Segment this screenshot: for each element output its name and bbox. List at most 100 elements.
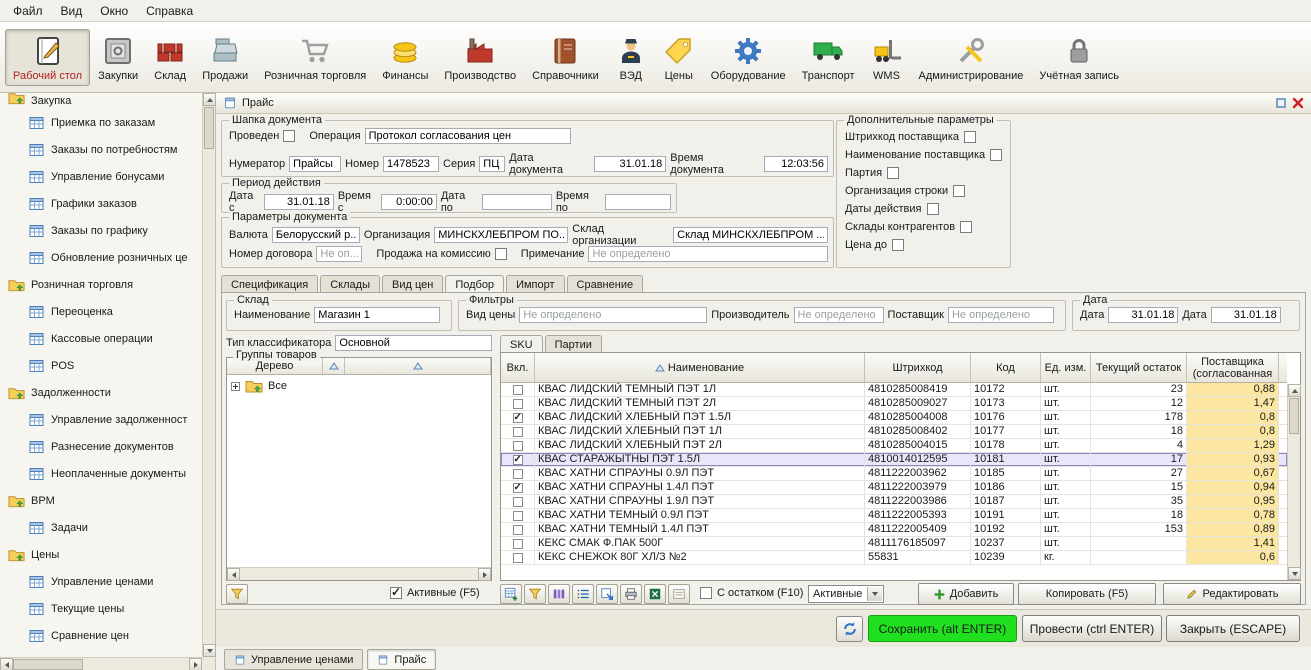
menu-item[interactable]: Окно (91, 1, 137, 21)
toolbar-item[interactable]: Финансы (374, 29, 436, 86)
row-include-checkbox[interactable] (513, 385, 523, 395)
expand-icon[interactable] (231, 382, 240, 391)
extra-param-checkbox[interactable] (953, 185, 965, 197)
row-include-checkbox[interactable] (513, 413, 523, 423)
table-row[interactable]: КВАС ЛИДСКИЙ ХЛЕБНЫЙ ПЭТ 1Л 481028500840… (501, 425, 1287, 439)
sidebar-item[interactable]: Обновление розничных це (0, 244, 202, 271)
toolbar-item[interactable]: Цены (655, 29, 703, 86)
sidebar-item[interactable]: Управление бонусами (0, 163, 202, 190)
document-tab[interactable]: Вид цен (382, 275, 443, 293)
sidebar-item[interactable]: Графики заказов (0, 190, 202, 217)
extra-param-checkbox[interactable] (927, 203, 939, 215)
col-header-stock[interactable]: Текущий остаток (1091, 353, 1187, 382)
toolbar-item[interactable]: Производство (436, 29, 524, 86)
store-name-field[interactable] (314, 307, 440, 323)
sidebar-item[interactable]: Переоценка (0, 298, 202, 325)
extra-param-checkbox[interactable] (960, 221, 972, 233)
date2-field[interactable] (1211, 307, 1281, 323)
close-icon[interactable] (1292, 97, 1304, 109)
commission-checkbox[interactable] (495, 248, 507, 260)
toolbar-item[interactable]: Рабочий стол (5, 29, 90, 86)
col-header-barcode[interactable]: Штрихкод (865, 353, 971, 382)
toolbar-item[interactable]: Учётная запись (1031, 29, 1127, 86)
chevron-down-icon[interactable] (867, 587, 882, 601)
table-row[interactable]: КЕКС СМАК Ф.ПАК 500Г 4811176185097 10237… (501, 537, 1287, 551)
window-tab[interactable]: Прайс (367, 649, 436, 670)
document-tab[interactable]: Сравнение (567, 275, 644, 293)
row-include-checkbox[interactable] (513, 469, 523, 479)
proveden-checkbox[interactable] (283, 130, 295, 142)
toolbar-item[interactable]: Транспорт (794, 29, 863, 86)
post-button[interactable]: Провести (ctrl ENTER) (1022, 615, 1162, 642)
sidebar-item[interactable]: Приемка по заказам (0, 109, 202, 136)
table-row[interactable]: КЕКС СНЕЖОК 80Г ХЛ/З №2 55831 10239 кг. … (501, 551, 1287, 565)
extra-param-checkbox[interactable] (887, 167, 899, 179)
sidebar-item[interactable]: Текущие цены (0, 595, 202, 622)
sidebar-item[interactable]: Разнесение документов (0, 433, 202, 460)
table-row[interactable]: КВАС ХАТНИ СПРАУНЫ 0.9Л ПЭТ 481122200396… (501, 467, 1287, 481)
date-to-field[interactable] (482, 194, 552, 210)
table-tool-button[interactable] (524, 584, 546, 604)
supplier-field[interactable] (948, 307, 1054, 323)
col-header-supplier-price[interactable]: Поставщика (согласованная (1187, 353, 1279, 382)
time-from-field[interactable] (381, 194, 437, 210)
mode-dropdown[interactable]: Активные (808, 585, 884, 603)
add-button[interactable]: Добавить (918, 583, 1014, 605)
toolbar-item[interactable]: WMS (863, 29, 911, 86)
organization-field[interactable] (434, 227, 568, 243)
edit-button[interactable]: Редактировать (1163, 583, 1301, 605)
col-header-unit[interactable]: Ед. изм. (1041, 353, 1091, 382)
sidebar-item[interactable]: Управление ценами (0, 568, 202, 595)
scroll-left-icon[interactable] (227, 568, 240, 581)
save-button[interactable]: Сохранить (alt ENTER) (868, 615, 1017, 642)
extra-param-checkbox[interactable] (990, 149, 1002, 161)
sidebar-horizontal-scrollbar[interactable] (0, 657, 202, 670)
document-tab[interactable]: Импорт (506, 275, 564, 293)
doc-time-field[interactable] (764, 156, 828, 172)
tree-active-filter[interactable]: Активные (F5) (390, 587, 480, 599)
numerator-field[interactable] (289, 156, 341, 172)
table-tool-button[interactable] (668, 584, 690, 604)
with-stock-filter[interactable]: С остатком (F10) (700, 587, 803, 599)
window-tab[interactable]: Управление ценами (224, 649, 363, 670)
table-row[interactable]: КВАС ХАТНИ СПРАУНЫ 1.9Л ПЭТ 481122200398… (501, 495, 1287, 509)
row-include-checkbox[interactable] (513, 553, 523, 563)
price-type-field[interactable] (519, 307, 707, 323)
table-tool-button[interactable] (500, 584, 522, 604)
row-include-checkbox[interactable] (513, 497, 523, 507)
col-header-include[interactable]: Вкл. (501, 353, 535, 382)
row-include-checkbox[interactable] (513, 511, 523, 521)
toolbar-item[interactable]: Справочники (524, 29, 607, 86)
tree-filter-button[interactable] (226, 584, 248, 604)
sidebar-item[interactable]: BPM (0, 487, 202, 514)
menu-item[interactable]: Вид (52, 1, 92, 21)
scroll-right-icon[interactable] (478, 568, 491, 581)
maximize-icon[interactable] (1275, 97, 1287, 109)
scroll-up-icon[interactable] (1288, 384, 1301, 397)
toolbar-item[interactable]: Склад (146, 29, 194, 86)
sidebar-item[interactable]: Розничная торговля (0, 271, 202, 298)
table-row[interactable]: КВАС ХАТНИ ТЕМНЫЙ 1.4Л ПЭТ 4811222005409… (501, 523, 1287, 537)
table-vertical-scrollbar[interactable] (1287, 384, 1300, 580)
row-include-checkbox[interactable] (513, 539, 523, 549)
with-stock-checkbox[interactable] (700, 587, 712, 599)
row-include-checkbox[interactable] (513, 399, 523, 409)
document-tab[interactable]: Спецификация (221, 275, 318, 293)
scrollbar-thumb[interactable] (13, 659, 83, 670)
note-field[interactable] (588, 246, 828, 262)
sidebar-item[interactable]: Кассовые операции (0, 325, 202, 352)
table-row[interactable]: КВАС ЛИДСКИЙ ХЛЕБНЫЙ ПЭТ 1.5Л 4810285004… (501, 411, 1287, 425)
scroll-down-icon[interactable] (203, 644, 216, 657)
document-tab[interactable]: Склады (320, 275, 380, 293)
toolbar-item[interactable]: Оборудование (703, 29, 794, 86)
sidebar-item[interactable]: Заказы по потребностям (0, 136, 202, 163)
scroll-left-icon[interactable] (0, 658, 13, 670)
row-include-checkbox[interactable] (513, 441, 523, 451)
table-tool-button[interactable] (620, 584, 642, 604)
sidebar-item[interactable]: Управление задолженност (0, 406, 202, 433)
table-row[interactable]: КВАС ЛИДСКИЙ ХЛЕБНЫЙ ПЭТ 2Л 481028500401… (501, 439, 1287, 453)
date-from-field[interactable] (264, 194, 334, 210)
currency-field[interactable] (272, 227, 360, 243)
table-tool-button[interactable] (596, 584, 618, 604)
sidebar-item[interactable]: Задолженности (0, 379, 202, 406)
